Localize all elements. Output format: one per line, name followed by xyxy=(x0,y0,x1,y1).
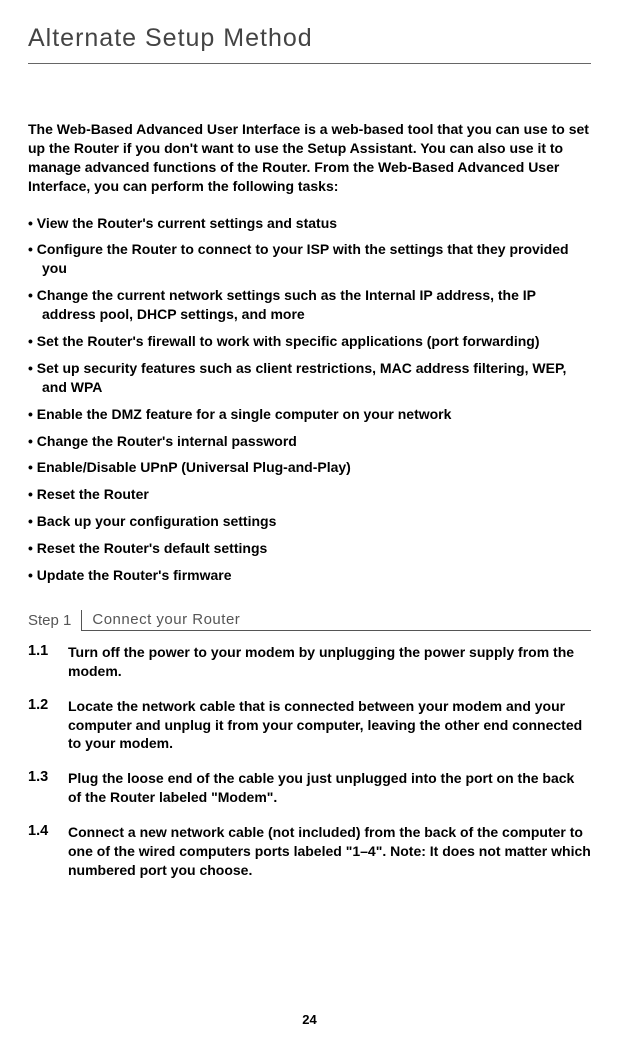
step-item: 1.1 Turn off the power to your modem by … xyxy=(28,643,591,681)
step-number: 1.4 xyxy=(28,823,68,880)
list-item: View the Router's current settings and s… xyxy=(28,214,591,233)
step-item: 1.2 Locate the network cable that is con… xyxy=(28,697,591,754)
step-text: Locate the network cable that is connect… xyxy=(68,697,591,754)
page-title: Alternate Setup Method xyxy=(28,24,591,64)
step-text: Connect a new network cable (not include… xyxy=(68,823,591,880)
list-item: Configure the Router to connect to your … xyxy=(28,240,591,278)
list-item: Enable/Disable UPnP (Universal Plug-and-… xyxy=(28,458,591,477)
step-text: Plug the loose end of the cable you just… xyxy=(68,769,591,807)
list-item: Reset the Router xyxy=(28,485,591,504)
step-title: Connect your Router xyxy=(82,609,591,631)
list-item: Enable the DMZ feature for a single comp… xyxy=(28,405,591,424)
step-number: 1.3 xyxy=(28,769,68,807)
step-list: 1.1 Turn off the power to your modem by … xyxy=(28,643,591,880)
step-number: 1.1 xyxy=(28,643,68,681)
page-number: 24 xyxy=(0,1012,619,1027)
list-item: Update the Router's firmware xyxy=(28,566,591,585)
list-item: Set up security features such as client … xyxy=(28,359,591,397)
step-item: 1.4 Connect a new network cable (not inc… xyxy=(28,823,591,880)
task-bullet-list: View the Router's current settings and s… xyxy=(28,214,591,585)
step-header: Step 1 Connect your Router xyxy=(28,609,591,631)
step-item: 1.3 Plug the loose end of the cable you … xyxy=(28,769,591,807)
step-label: Step 1 xyxy=(28,610,82,631)
step-text: Turn off the power to your modem by unpl… xyxy=(68,643,591,681)
list-item: Back up your configuration settings xyxy=(28,512,591,531)
list-item: Change the Router's internal password xyxy=(28,432,591,451)
list-item: Change the current network settings such… xyxy=(28,286,591,324)
list-item: Set the Router's firewall to work with s… xyxy=(28,332,591,351)
intro-paragraph: The Web-Based Advanced User Interface is… xyxy=(28,120,591,196)
list-item: Reset the Router's default settings xyxy=(28,539,591,558)
step-number: 1.2 xyxy=(28,697,68,754)
